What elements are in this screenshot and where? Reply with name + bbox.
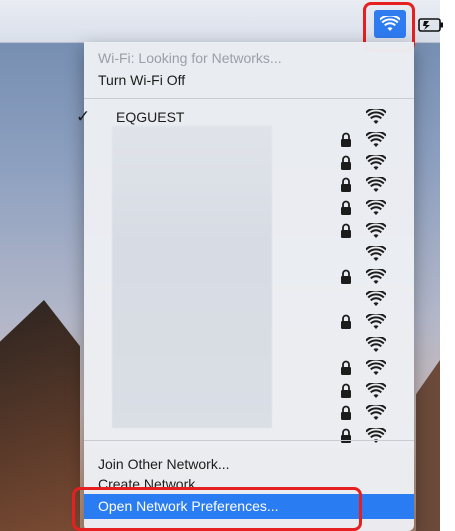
lock-icon bbox=[341, 155, 351, 170]
wifi-signal-icon bbox=[366, 131, 386, 147]
network-row[interactable] bbox=[84, 426, 414, 448]
network-row[interactable] bbox=[84, 175, 414, 197]
wifi-signal-icon bbox=[366, 359, 386, 375]
wifi-signal-icon bbox=[366, 382, 386, 398]
wifi-signal-icon bbox=[366, 405, 386, 421]
lock-icon bbox=[341, 269, 351, 284]
lock-icon bbox=[341, 223, 351, 238]
lock-icon bbox=[341, 178, 351, 193]
network-row[interactable] bbox=[84, 221, 414, 243]
network-row[interactable] bbox=[84, 130, 414, 152]
wifi-signal-icon bbox=[366, 291, 386, 307]
turn-wifi-off-item[interactable]: Turn Wi-Fi Off bbox=[98, 70, 185, 90]
lock-icon bbox=[341, 406, 351, 421]
wifi-menu: Wi-Fi: Looking for Networks... Turn Wi-F… bbox=[76, 42, 414, 531]
lock-icon bbox=[341, 428, 351, 444]
lock-icon bbox=[341, 200, 351, 216]
lock-icon bbox=[341, 314, 351, 330]
network-row[interactable] bbox=[84, 153, 414, 175]
wallpaper-mountain bbox=[0, 300, 80, 531]
wifi-signal-icon bbox=[366, 109, 386, 124]
wifi-signal-icon bbox=[366, 314, 386, 330]
network-row[interactable] bbox=[84, 335, 414, 357]
wallpaper-mountain-right bbox=[416, 360, 440, 531]
lock-icon bbox=[341, 360, 351, 375]
menu-separator bbox=[84, 440, 414, 441]
lock-icon bbox=[341, 383, 351, 398]
network-row[interactable] bbox=[84, 312, 414, 334]
wifi-signal-icon bbox=[366, 177, 386, 193]
network-row[interactable] bbox=[84, 244, 414, 266]
join-other-network-item[interactable]: Join Other Network... bbox=[98, 454, 230, 474]
wifi-signal-icon bbox=[366, 428, 386, 444]
wifi-signal-icon bbox=[366, 154, 386, 170]
network-row[interactable] bbox=[84, 107, 414, 129]
network-row[interactable] bbox=[84, 381, 414, 403]
wifi-signal-icon bbox=[366, 223, 386, 238]
network-row[interactable] bbox=[84, 289, 414, 311]
menu-separator bbox=[84, 98, 414, 99]
network-row[interactable] bbox=[84, 267, 414, 289]
network-row[interactable] bbox=[84, 403, 414, 425]
network-row[interactable] bbox=[84, 198, 414, 220]
wifi-signal-icon bbox=[366, 200, 386, 216]
network-row[interactable] bbox=[84, 358, 414, 380]
wifi-signal-icon bbox=[366, 245, 386, 261]
preferences-highlight-box bbox=[72, 487, 362, 531]
wifi-status-text: Wi-Fi: Looking for Networks... bbox=[98, 50, 282, 66]
wifi-signal-icon bbox=[366, 337, 386, 352]
wifi-signal-icon bbox=[366, 268, 386, 284]
menu-bar bbox=[0, 0, 443, 52]
lock-icon bbox=[341, 132, 351, 147]
screen: Wi-Fi: Looking for Networks... Turn Wi-F… bbox=[0, 0, 455, 531]
battery-icon[interactable] bbox=[418, 18, 444, 32]
